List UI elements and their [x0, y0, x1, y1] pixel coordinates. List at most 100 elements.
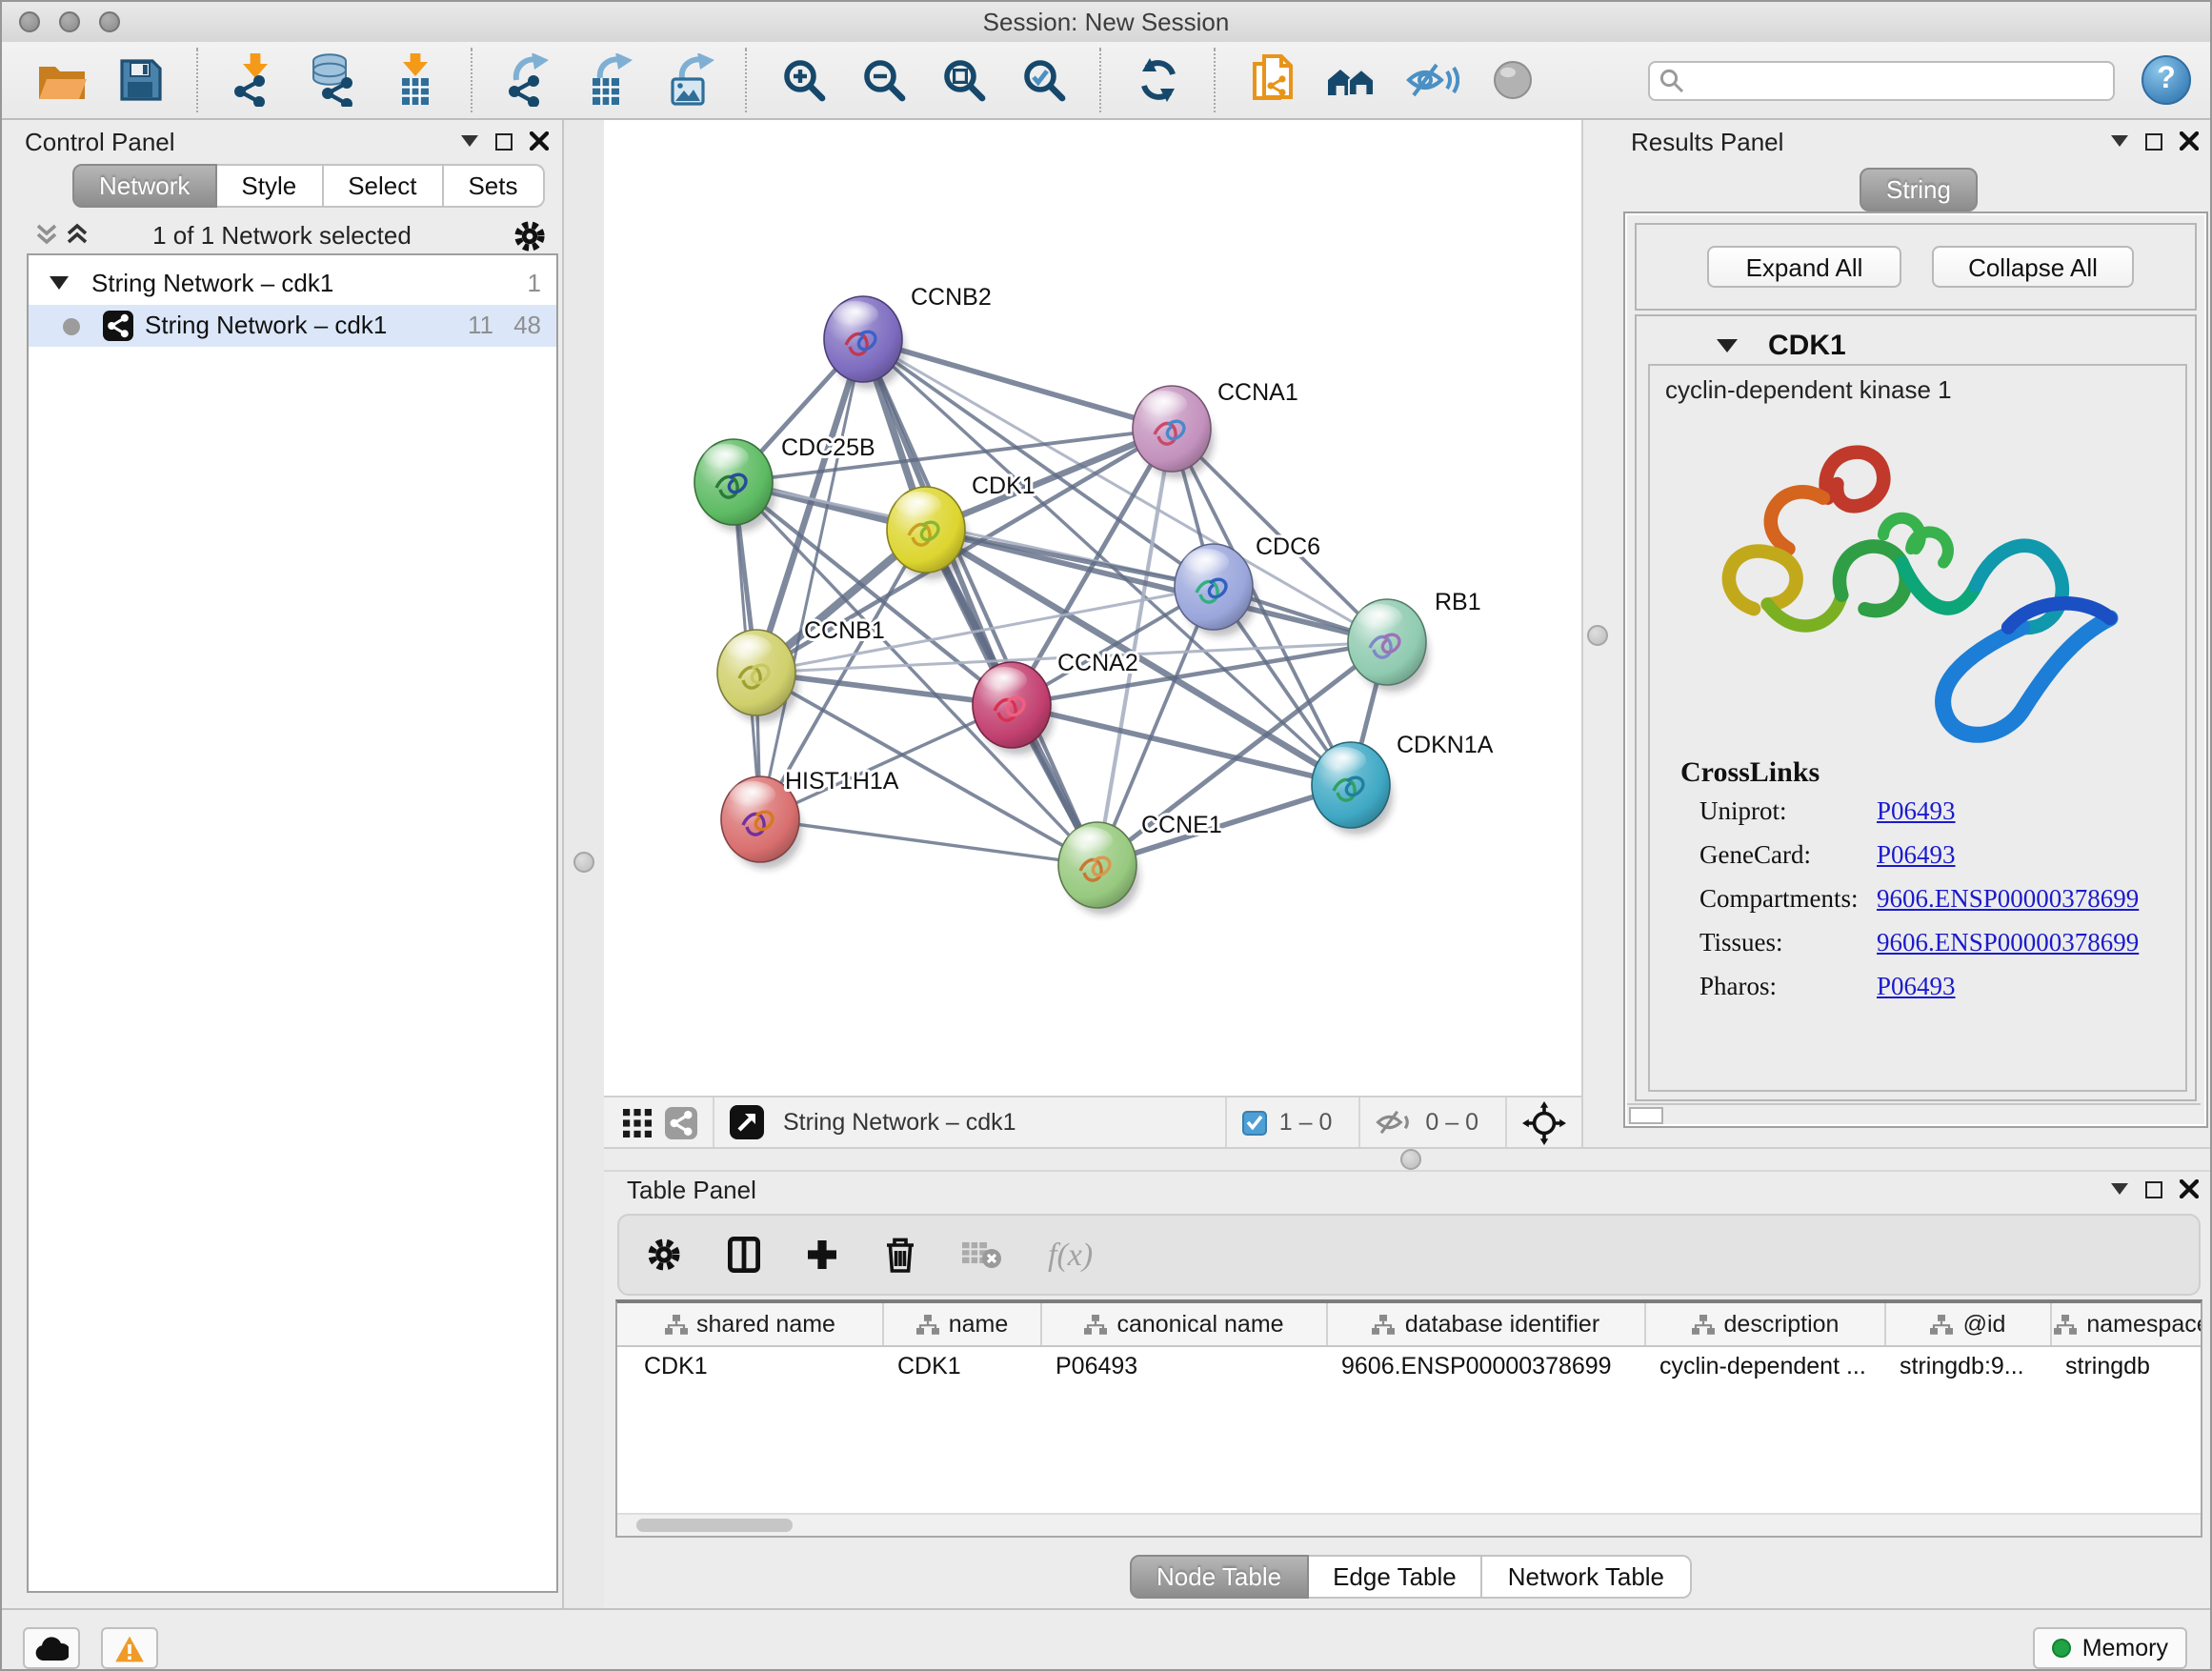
open-session-button[interactable]: [30, 50, 91, 111]
export-network-button[interactable]: [499, 50, 560, 111]
results-horizontal-scrollbar[interactable]: [1627, 1103, 2201, 1124]
tab-edge-table[interactable]: Edge Table: [1308, 1555, 1483, 1599]
export-network-icon: [505, 53, 554, 107]
tab-select[interactable]: Select: [323, 164, 443, 208]
export-image-button[interactable]: [659, 50, 720, 111]
node-label-CDC25B: CDC25B: [781, 434, 875, 461]
column-header-canonical-name[interactable]: canonical name: [1042, 1303, 1328, 1345]
node-table[interactable]: shared namenamecanonical namedatabase id…: [615, 1299, 2202, 1538]
crosslink-value-link[interactable]: 9606.ENSP00000378699: [1877, 884, 2139, 915]
table-cell[interactable]: P06493: [1042, 1353, 1328, 1379]
import-network-from-file-button[interactable]: [225, 50, 286, 111]
table-cell[interactable]: stringdb:9...: [1886, 1353, 2052, 1379]
table-row[interactable]: CDK1CDK1P064939606.ENSP00000378699cyclin…: [617, 1347, 2201, 1385]
zoom-in-button[interactable]: [774, 50, 835, 111]
tab-node-table[interactable]: Node Table: [1130, 1555, 1308, 1599]
panel-close-icon[interactable]: [2180, 131, 2199, 151]
table-options-gear-icon[interactable]: [646, 1237, 682, 1273]
string-view-icon[interactable]: [665, 1106, 697, 1138]
help-button[interactable]: ?: [2142, 55, 2191, 105]
column-header-shared-name[interactable]: shared name: [617, 1303, 884, 1345]
cloud-status-button[interactable]: [23, 1627, 80, 1669]
tab-network[interactable]: Network: [72, 164, 216, 208]
column-header-description[interactable]: description: [1646, 1303, 1886, 1345]
tab-sets[interactable]: Sets: [443, 164, 544, 208]
left-panel-divider[interactable]: [562, 120, 608, 1608]
network-options-gear-icon[interactable]: [513, 219, 547, 253]
tab-network-table[interactable]: Network Table: [1483, 1555, 1691, 1599]
divider-handle[interactable]: [1400, 1149, 1421, 1170]
panel-float-icon[interactable]: [495, 132, 513, 150]
window-title: Session: New Session: [2, 8, 2210, 36]
panel-close-icon[interactable]: [530, 131, 549, 151]
zoom-out-button[interactable]: [854, 50, 915, 111]
scrollbar-thumb[interactable]: [636, 1519, 793, 1532]
network-view-title: String Network – cdk1: [783, 1109, 1016, 1136]
panel-menu-icon[interactable]: [461, 135, 478, 147]
memory-button[interactable]: Memory: [2033, 1627, 2187, 1669]
bottom-panel-divider[interactable]: [604, 1147, 2212, 1172]
panel-menu-icon[interactable]: [2111, 1183, 2128, 1195]
results-panel-tabs: String: [1860, 168, 1978, 211]
control-panel-tabs: NetworkStyleSelectSets: [72, 164, 545, 208]
add-column-icon[interactable]: [806, 1238, 838, 1271]
table-cell[interactable]: cyclin-dependent ...: [1646, 1353, 1886, 1379]
edge-count: 48: [513, 311, 541, 339]
collapse-all-button[interactable]: Collapse All: [1932, 246, 2134, 288]
network-row-selected[interactable]: String Network – cdk1 11 48: [29, 305, 556, 347]
panel-close-icon[interactable]: [2180, 1179, 2199, 1198]
table-toolbar: f(x): [617, 1214, 2201, 1296]
divider-handle[interactable]: [1587, 625, 1608, 646]
table-panel: Table Panel f(x) shared namenamecanonica…: [604, 1172, 2212, 1608]
scrollbar-thumb[interactable]: [1629, 1107, 1663, 1124]
collapse-triangle-icon[interactable]: [50, 276, 69, 290]
birdseye-target-icon[interactable]: [1522, 1100, 1566, 1144]
network-canvas[interactable]: CCNB2CCNA1CDC25BCDK1CDC6RB1CCNB1CCNA2CDK…: [604, 120, 1581, 1096]
refresh-view-button[interactable]: [1128, 50, 1189, 111]
table-cell[interactable]: 9606.ENSP00000378699: [1328, 1353, 1646, 1379]
zoom-selected-button[interactable]: [1014, 50, 1075, 111]
selected-checkbox[interactable]: [1243, 1110, 1268, 1135]
show-graphics-details-button[interactable]: [1482, 50, 1543, 111]
search-input[interactable]: [1648, 60, 2115, 100]
column-header-id[interactable]: @id: [1886, 1303, 2052, 1345]
show-columns-icon[interactable]: [728, 1237, 760, 1273]
table-cell[interactable]: CDK1: [884, 1353, 1042, 1379]
column-header-database-identifier[interactable]: database identifier: [1328, 1303, 1646, 1345]
panel-menu-icon[interactable]: [2111, 135, 2128, 147]
tab-string[interactable]: String: [1860, 168, 1978, 211]
navbar-separator: [1505, 1097, 1507, 1147]
string-home-button[interactable]: [1322, 50, 1383, 111]
column-header-namespace[interactable]: namespace: [2052, 1303, 2202, 1345]
divider-handle[interactable]: [573, 852, 594, 873]
table-cell[interactable]: CDK1: [617, 1353, 884, 1379]
crosslink-value-link[interactable]: P06493: [1877, 840, 1956, 871]
crosslink-label: Pharos:: [1699, 972, 1777, 1000]
crosslink-value-link[interactable]: 9606.ENSP00000378699: [1877, 928, 2139, 958]
table-horizontal-scrollbar[interactable]: [617, 1513, 2201, 1536]
view-grid-icon[interactable]: [623, 1108, 652, 1137]
zoom-fit-button[interactable]: [934, 50, 995, 111]
column-header-name[interactable]: name: [884, 1303, 1042, 1345]
expand-all-button[interactable]: Expand All: [1707, 246, 1901, 288]
table-cell[interactable]: stringdb: [2052, 1353, 2202, 1379]
crosslink-value-link[interactable]: P06493: [1877, 796, 1956, 827]
hide-graphics-details-button[interactable]: [1402, 50, 1463, 111]
save-session-button[interactable]: [111, 50, 171, 111]
collapse-entry-icon[interactable]: [1717, 339, 1738, 352]
crosslink-value-link[interactable]: P06493: [1877, 972, 1956, 1002]
network-collection-row[interactable]: String Network – cdk1 1: [29, 263, 556, 305]
import-network-from-database-button[interactable]: [305, 50, 366, 111]
import-table-from-file-button[interactable]: [385, 50, 446, 111]
panel-float-icon[interactable]: [2145, 1180, 2162, 1198]
annotations-button[interactable]: [1242, 50, 1303, 111]
node-label-RB1: RB1: [1435, 589, 1481, 615]
export-table-button[interactable]: [579, 50, 640, 111]
export-view-icon[interactable]: [730, 1105, 764, 1139]
right-panel-divider[interactable]: [1581, 120, 1612, 1147]
delete-column-icon[interactable]: [884, 1237, 916, 1273]
warning-status-button[interactable]: [101, 1627, 158, 1669]
tab-style[interactable]: Style: [216, 164, 323, 208]
panel-float-icon[interactable]: [2145, 132, 2162, 150]
selected-count-badge: 1 – 0: [1279, 1109, 1333, 1136]
